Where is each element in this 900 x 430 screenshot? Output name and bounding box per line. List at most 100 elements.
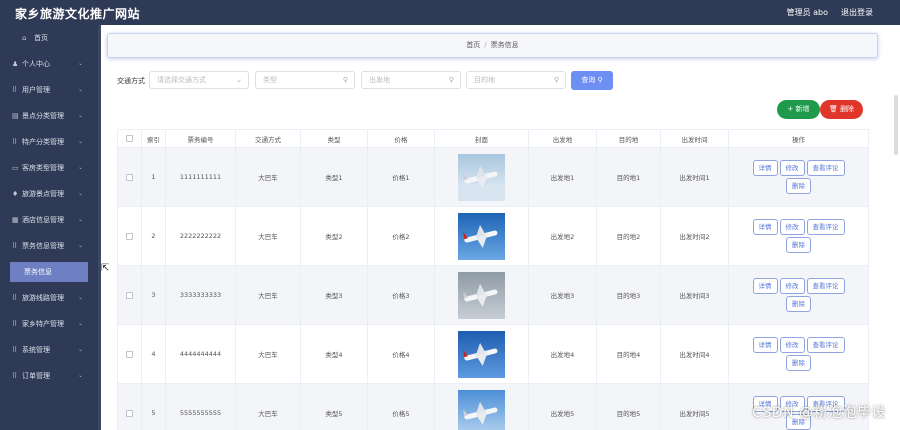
table-row[interactable]: 1 1111111111 大巴车 类型1 价格1 出发地1 目的地1 出发时间1 详情 修改 查看评… <box>117 147 869 207</box>
logout-link[interactable]: 退出登录 <box>841 7 873 18</box>
app-window: 家乡旅游文化推广网站 管理员 abo 退出登录 ⌂ 首页 ♟ 个人中心 ⌄ ⠿ 用户管理 ⌄ ▤… <box>0 0 900 430</box>
table-row[interactable]: 4 4444444444 大巴车 类型4 价格4 出发地4 目的地4 出发时间4 详情 修改 查看评… <box>117 324 869 384</box>
detail-button[interactable]: 详情 <box>752 219 778 235</box>
destination: 目的地1 <box>616 174 641 182</box>
row-checkbox[interactable] <box>126 291 133 299</box>
row-actions: 详情 修改 查看评论删除 <box>745 159 853 195</box>
table-cell: 详情 修改 查看评论删除 <box>728 206 869 266</box>
row-checkbox[interactable] <box>126 173 133 181</box>
table-header-row: 索引 票务编号 交通方式 类型 价格 封面 出发地 目的地 出发时间 操作 <box>117 129 869 148</box>
grid-icon: ⠿ <box>12 86 18 94</box>
search-button-label: 查询 <box>581 76 596 84</box>
chevron-down-icon: ⌄ <box>77 112 83 119</box>
edit-button[interactable]: 修改 <box>779 160 805 176</box>
add-button[interactable]: + 新增 <box>777 100 820 119</box>
row-actions: 详情 修改 查看评论删除 <box>745 218 853 254</box>
search-button[interactable]: 查询 ⚲ <box>571 71 613 90</box>
table-cell: 出发时间4 <box>660 324 729 384</box>
transport-select[interactable]: 请选择交通方式 ⌄ <box>149 71 249 89</box>
sidebar-item-9[interactable]: 票务信息 <box>10 262 88 282</box>
breadcrumb-home[interactable]: 首页 <box>466 41 480 49</box>
to-input[interactable]: 目的地 ⚲ <box>466 71 566 89</box>
view-comments-button[interactable]: 查看评论 <box>806 219 845 235</box>
delete-button[interactable]: 删除 <box>786 237 811 253</box>
main-content: 首页 / 票务信息 交通方式 请选择交通方式 ⌄ 类型 ⚲ 出发地 ⚲ 目的地 ⚲ … <box>101 25 900 430</box>
grid-icon: ⠿ <box>12 138 18 146</box>
ticket-price: 价格2 <box>392 233 410 241</box>
grid-icon: ⠿ <box>12 242 18 250</box>
add-button-label: 新增 <box>795 105 810 113</box>
column-header: 出发地 <box>528 129 597 148</box>
table-row[interactable]: 2 2222222222 大巴车 类型2 价格2 出发地2 目的地2 出发时间2 详情 修改 查看评… <box>117 206 869 266</box>
sidebar-item-2[interactable]: ⠿ 用户管理 ⌄ <box>0 77 98 103</box>
grid-icon: ⠿ <box>12 346 18 354</box>
table-cell: 2222222222 <box>165 206 236 266</box>
cover-image <box>458 153 505 201</box>
ticket-type: 类型1 <box>325 174 343 182</box>
from-input[interactable]: 出发地 ⚲ <box>361 71 461 89</box>
ticket-type: 类型5 <box>325 410 343 418</box>
column-header: 出发时间 <box>660 129 729 148</box>
sidebar-item-6[interactable]: ♦ 旅游景点管理 ⌄ <box>0 181 98 207</box>
table-cell: 5555555555 <box>165 383 236 430</box>
table-cell: 1111111111 <box>165 147 236 207</box>
edit-button[interactable]: 修改 <box>779 337 805 353</box>
type-input[interactable]: 类型 ⚲ <box>255 71 355 89</box>
sidebar-item-3[interactable]: ▤ 景点分类管理 ⌄ <box>0 103 98 129</box>
sidebar-item-13[interactable]: ⠿ 订单管理 ⌄ <box>0 363 98 389</box>
edit-button[interactable]: 修改 <box>779 219 805 235</box>
chevron-down-icon: ⌄ <box>77 294 83 301</box>
sidebar-item-1[interactable]: ♟ 个人中心 ⌄ <box>0 51 98 77</box>
departure-time: 出发时间4 <box>679 351 710 359</box>
detail-button[interactable]: 详情 <box>752 160 778 176</box>
row-checkbox[interactable] <box>126 409 133 417</box>
row-checkbox[interactable] <box>126 350 133 358</box>
delete-button[interactable]: 删除 <box>786 296 811 312</box>
table-cell <box>434 383 529 430</box>
sidebar-item-7[interactable]: ▦ 酒店信息管理 ⌄ <box>0 207 98 233</box>
sidebar-item-label: 票务信息 <box>24 268 52 276</box>
row-actions: 详情 修改 查看评论删除 <box>745 336 853 372</box>
transport-mode: 大巴车 <box>258 174 278 182</box>
sidebar-item-10[interactable]: ⠿ 旅游线路管理 ⌄ <box>0 285 98 311</box>
breadcrumb-separator: / <box>484 41 487 49</box>
sidebar-item-8[interactable]: ⠿ 票务信息管理 ⌄ <box>0 233 98 259</box>
chevron-down-icon: ⌄ <box>77 86 83 93</box>
sidebar-item-11[interactable]: ⠿ 家乡特产管理 ⌄ <box>0 311 98 337</box>
table-cell: 目的地1 <box>596 147 661 207</box>
table-cell: 1 <box>141 147 166 207</box>
destination: 目的地4 <box>616 351 641 359</box>
detail-button[interactable]: 详情 <box>752 278 778 294</box>
grid-icon: ⠿ <box>12 372 18 380</box>
delete-button[interactable]: 删除 <box>786 178 811 194</box>
delete-button[interactable]: 删除 <box>786 355 811 371</box>
table-cell <box>434 147 529 207</box>
transport-mode: 大巴车 <box>258 233 278 241</box>
select-all-checkbox-cell[interactable] <box>117 129 142 148</box>
sidebar-item-12[interactable]: ⠿ 系统管理 ⌄ <box>0 337 98 363</box>
row-index: 5 <box>151 409 156 417</box>
sidebar-item-label: 订单管理 <box>22 372 50 380</box>
row-checkbox[interactable] <box>126 232 133 240</box>
table-cell <box>117 383 142 430</box>
edit-button[interactable]: 修改 <box>779 278 805 294</box>
table-cell: 出发时间5 <box>660 383 729 430</box>
sidebar-item-0[interactable]: ⌂ 首页 <box>0 25 98 51</box>
filter-bar: 交通方式 请选择交通方式 ⌄ 类型 ⚲ 出发地 ⚲ 目的地 ⚲ 查询 ⚲ <box>117 71 637 90</box>
table-cell: 价格2 <box>367 206 435 266</box>
batch-delete-button[interactable]: 🗑 删除 <box>820 100 863 119</box>
detail-button[interactable]: 详情 <box>752 337 778 353</box>
departure-place: 出发地3 <box>550 292 575 300</box>
sidebar-item-4[interactable]: ⠿ 特产分类管理 ⌄ <box>0 129 98 155</box>
row-actions: 详情 修改 查看评论删除 <box>745 277 853 313</box>
scrollbar[interactable] <box>894 95 898 155</box>
user-icon: ♟ <box>12 60 19 68</box>
view-comments-button[interactable]: 查看评论 <box>806 337 845 353</box>
transport-mode: 大巴车 <box>258 351 278 359</box>
departure-time: 出发时间2 <box>679 233 710 241</box>
table-row[interactable]: 3 3333333333 大巴车 类型3 价格3 出发地3 目的地3 出发时间3 详情 修改 查看评… <box>117 265 869 325</box>
view-comments-button[interactable]: 查看评论 <box>806 160 845 176</box>
sidebar-item-5[interactable]: ▭ 客房类型管理 ⌄ <box>0 155 98 181</box>
view-comments-button[interactable]: 查看评论 <box>806 278 845 294</box>
select-all-checkbox[interactable] <box>126 135 133 142</box>
